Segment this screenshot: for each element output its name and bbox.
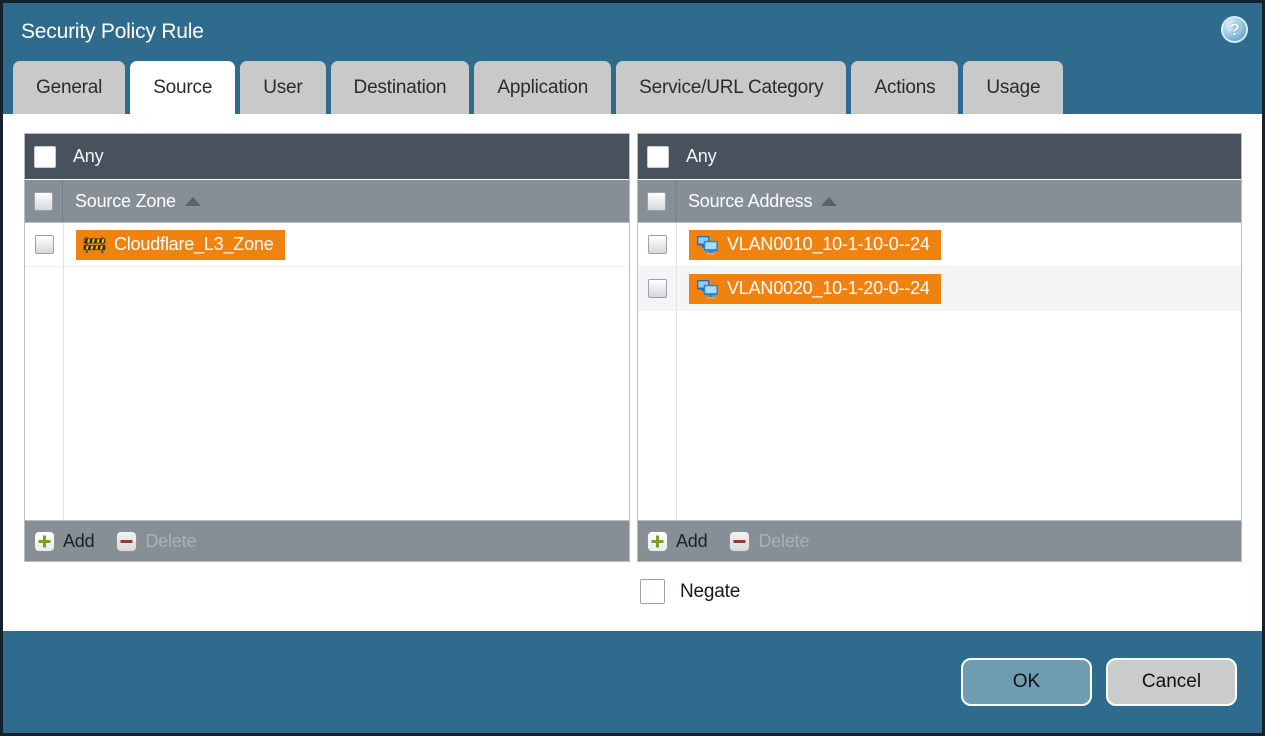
source-address-entry-label: VLAN0010_10-1-10-0--24 [727, 234, 930, 254]
delete-label: Delete [758, 530, 810, 551]
source-zone-panel: Any Source Zone Cloudflare_L3_Zone Add D… [24, 133, 630, 562]
source-address-select-all-checkbox[interactable] [647, 191, 666, 211]
security-policy-rule-dialog: Security Policy Rule ? General Source Us… [0, 0, 1265, 736]
add-plus-icon [34, 530, 55, 552]
network-address-icon [696, 279, 719, 299]
table-row: VLAN0020_10-1-20-0--24 [638, 267, 1241, 311]
tab-application[interactable]: Application [474, 61, 612, 114]
source-address-any-label: Any [686, 146, 717, 166]
delete-minus-icon [116, 530, 138, 552]
tab-general[interactable]: General [13, 61, 126, 114]
source-address-panel: Any Source Address VLAN0010_10-1-10-0--2… [637, 133, 1242, 562]
dialog-titlebar: Security Policy Rule ? [3, 3, 1262, 61]
delete-label: Delete [145, 530, 197, 551]
source-zone-column-header[interactable]: Source Zone [25, 180, 629, 223]
tab-destination[interactable]: Destination [330, 61, 470, 114]
dialog-footer: OK Cancel [3, 631, 1262, 733]
table-row: VLAN0010_10-1-10-0--24 [638, 223, 1241, 267]
sort-ascending-icon [184, 196, 201, 206]
source-address-column-header[interactable]: Source Address [638, 180, 1241, 223]
tab-user[interactable]: User [240, 61, 326, 114]
source-address-rows: VLAN0010_10-1-10-0--24 VLAN0020_10-1-20-… [638, 223, 1241, 520]
source-zone-any-row: Any [25, 134, 629, 180]
table-row: Cloudflare_L3_Zone [25, 223, 629, 267]
dialog-title: Security Policy Rule [21, 20, 204, 43]
source-zone-rows: Cloudflare_L3_Zone [25, 223, 629, 520]
source-zone-entry[interactable]: Cloudflare_L3_Zone [76, 229, 285, 260]
negate-row: Negate [640, 579, 1245, 604]
add-label: Add [63, 530, 95, 551]
source-address-delete-button[interactable]: Delete [729, 530, 810, 552]
source-address-row-checkbox[interactable] [647, 235, 667, 254]
source-zone-column-label: Source Zone [75, 190, 176, 211]
add-plus-icon [647, 530, 668, 552]
ok-button[interactable]: OK [961, 658, 1092, 706]
source-zone-select-all-checkbox[interactable] [34, 191, 53, 211]
source-zone-any-checkbox[interactable] [34, 145, 56, 168]
source-zone-add-button[interactable]: Add [34, 530, 95, 552]
source-zone-delete-button[interactable]: Delete [116, 530, 197, 552]
tab-bar: General Source User Destination Applicat… [3, 61, 1262, 114]
source-zone-any-label: Any [73, 146, 104, 166]
source-zone-entry-label: Cloudflare_L3_Zone [114, 234, 274, 254]
delete-minus-icon [729, 530, 751, 552]
source-zone-row-checkbox[interactable] [34, 235, 54, 254]
tab-source[interactable]: Source [130, 61, 236, 114]
source-zone-footer: Add Delete [25, 520, 629, 561]
negate-label: Negate [680, 580, 741, 602]
tab-actions[interactable]: Actions [851, 61, 959, 114]
source-address-row-checkbox[interactable] [647, 279, 667, 298]
zone-barrier-icon [83, 235, 106, 254]
source-address-any-checkbox[interactable] [647, 145, 669, 168]
source-address-entry[interactable]: VLAN0020_10-1-20-0--24 [689, 273, 941, 304]
cancel-button[interactable]: Cancel [1106, 658, 1237, 706]
source-tab-content: Any Source Zone Cloudflare_L3_Zone Add D… [3, 114, 1262, 631]
negate-checkbox[interactable] [640, 579, 665, 604]
source-address-add-button[interactable]: Add [647, 530, 708, 552]
source-address-entry-label: VLAN0020_10-1-20-0--24 [727, 278, 930, 298]
tab-usage[interactable]: Usage [963, 61, 1064, 114]
tab-service-url-category[interactable]: Service/URL Category [616, 61, 847, 114]
network-address-icon [696, 235, 719, 255]
help-icon[interactable]: ? [1221, 16, 1248, 43]
source-address-column-label: Source Address [688, 190, 813, 211]
source-address-any-row: Any [638, 134, 1241, 180]
source-address-entry[interactable]: VLAN0010_10-1-10-0--24 [689, 229, 941, 260]
add-label: Add [676, 530, 708, 551]
source-address-footer: Add Delete [638, 520, 1241, 561]
sort-ascending-icon [821, 196, 838, 206]
